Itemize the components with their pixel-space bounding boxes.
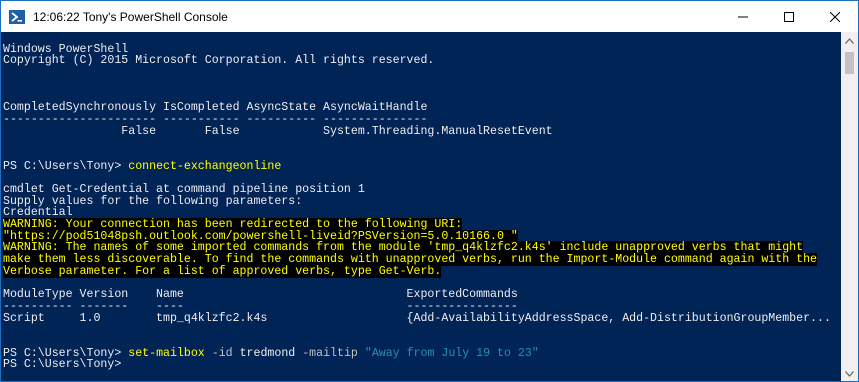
command: connect-exchangeonline [128,159,282,173]
powershell-window: 12:06:22 Tony's PowerShell Console Windo… [0,0,859,382]
parameter: -mailtip [302,346,358,360]
string-argument: "Away from July 19 to 23" [364,346,539,360]
scrollbar-thumb[interactable] [845,52,854,74]
argument: tredmond [239,346,296,360]
final-prompt: PS C:\Users\Tony> [3,358,122,372]
console-line: Copyright (C) 2015 Microsoft Corporation… [3,54,435,68]
command: set-mailbox [128,346,205,360]
powershell-icon[interactable] [9,9,25,25]
chevron-down-icon [845,370,854,377]
chevron-up-icon [845,37,854,44]
console-line: cmdlet Get-Credential at command pipelin… [3,182,365,196]
console-line: Supply values for the following paramete… [3,194,303,208]
minimize-button[interactable] [720,1,766,32]
minimize-icon [738,16,748,17]
table-underline: ---------------------- ----------- -----… [3,112,428,126]
console-output[interactable]: Windows PowerShell Copyright (C) 2015 Mic… [1,32,841,381]
scroll-down-button[interactable] [841,365,858,381]
vertical-scrollbar[interactable] [841,32,858,381]
warning-line: Verbose parameter. For a list of approve… [3,264,442,278]
maximize-icon [784,11,794,22]
window-title: 12:06:22 Tony's PowerShell Console [33,9,228,24]
maximize-button[interactable] [766,1,812,32]
close-button[interactable] [812,1,858,32]
parameter: -id [211,346,233,360]
table-row: Script 1.0 tmp_q4klzfc2.k4s {Add-Availab… [3,311,831,325]
command-line: PS C:\Users\Tony> set-mailbox -id tredmo… [3,346,841,360]
title-bar[interactable]: 12:06:22 Tony's PowerShell Console [1,1,858,32]
caption-buttons [720,1,858,32]
prompt: PS C:\Users\Tony> [3,159,129,173]
command-line: PS C:\Users\Tony> connect-exchangeonline [3,159,841,173]
scroll-up-button[interactable] [841,32,858,49]
table-row: False False System.Threading.ManualReset… [3,124,553,138]
table-underline: ---------- ------- ---- ---------------- [3,299,518,313]
close-icon [830,11,840,22]
